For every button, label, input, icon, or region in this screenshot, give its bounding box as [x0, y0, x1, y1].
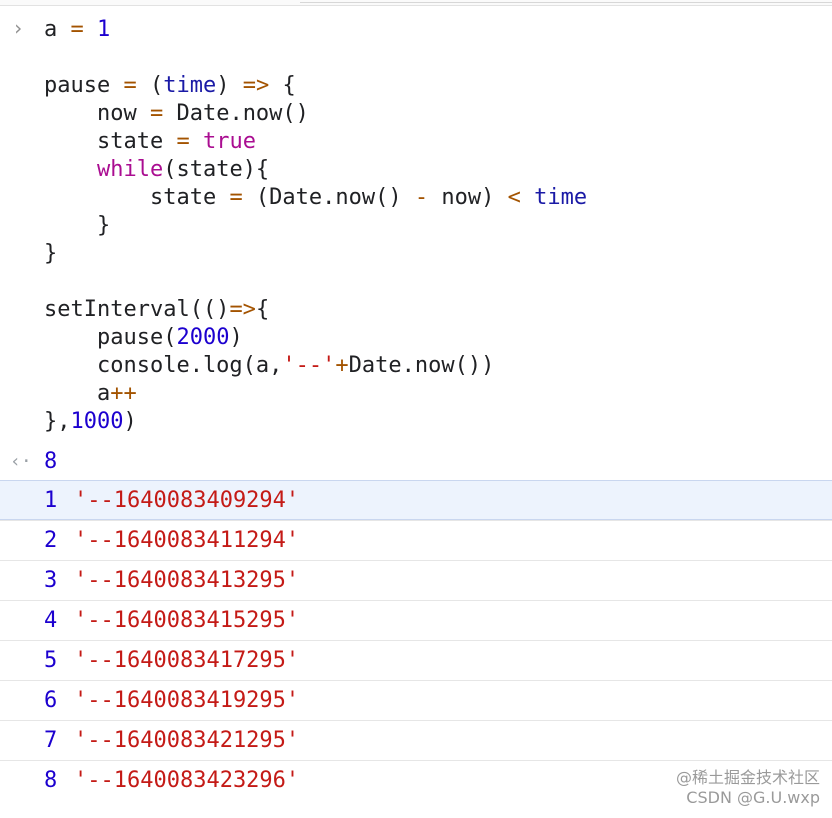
- watermark: @稀土掘金技术社区 CSDN @G.U.wxp: [676, 768, 820, 808]
- console-log-row[interactable]: 6 '--1640083419295': [0, 680, 832, 720]
- console-log-row[interactable]: 7 '--1640083421295': [0, 720, 832, 760]
- code-line: a = 1: [44, 16, 587, 44]
- log-string: '--1640083419295': [74, 688, 300, 713]
- log-number: 4: [44, 608, 58, 633]
- code-line: now = Date.now(): [44, 100, 587, 128]
- code-token: setInterval((): [44, 297, 230, 322]
- code-token: state: [44, 185, 230, 210]
- console-log-row[interactable]: 4 '--1640083415295': [0, 600, 832, 640]
- console-log-row[interactable]: 5 '--1640083417295': [0, 640, 832, 680]
- result-value[interactable]: 8: [44, 448, 57, 476]
- code-token: while: [96, 157, 164, 182]
- code-token: 1000: [70, 409, 124, 434]
- code-token: Date.now(): [163, 101, 309, 126]
- log-string: '--1640083411294': [74, 528, 300, 553]
- console-log-row[interactable]: 3 '--1640083413295': [0, 560, 832, 600]
- log-string: '--1640083415295': [74, 608, 300, 633]
- console-result-row: ‹· 8: [0, 446, 832, 480]
- watermark-line-1: @稀土掘金技术社区: [675, 768, 820, 787]
- console-log-list: 1 '--1640083409294' 2 '--1640083411294' 3 '--…: [0, 480, 832, 800]
- code-token: pause: [44, 73, 111, 98]
- code-token: (Date.now(): [242, 185, 415, 210]
- code-token: Date.now()): [348, 353, 495, 378]
- log-number: 7: [44, 728, 58, 753]
- code-token: console.log(a,: [44, 353, 283, 378]
- code-token: a: [44, 381, 111, 406]
- code-block[interactable]: a = 1 pause = (time) => { now = Date.now(…: [44, 16, 587, 436]
- code-token: now): [428, 185, 508, 210]
- code-token: =: [229, 185, 243, 210]
- console-top-edge: [0, 0, 832, 6]
- code-token: -: [414, 185, 429, 210]
- code-token: ): [123, 409, 137, 434]
- log-string: '--1640083417295': [74, 648, 300, 673]
- chevron-right-icon: ›: [12, 16, 25, 40]
- log-string: '--1640083421295': [74, 728, 300, 753]
- code-token: =: [149, 101, 164, 126]
- code-token: =: [176, 129, 190, 154]
- code-line: state = (Date.now() - now) < time: [44, 184, 587, 212]
- log-number: 3: [44, 568, 58, 593]
- code-line: pause(2000): [44, 324, 587, 352]
- code-line: state = true: [44, 128, 587, 156]
- code-token: true: [202, 129, 256, 154]
- code-token: a: [44, 17, 58, 42]
- code-token: now: [44, 101, 150, 126]
- code-token: }: [44, 241, 58, 266]
- console-log-row[interactable]: 2 '--1640083411294': [0, 520, 832, 560]
- code-token: 2000: [176, 325, 230, 350]
- code-token: ): [216, 73, 243, 98]
- code-line: pause = (time) => {: [44, 72, 587, 100]
- code-line: a++: [44, 380, 587, 408]
- console-toolbar-edge: [300, 0, 832, 3]
- return-arrow-icon: ‹·: [10, 451, 32, 472]
- code-token: <: [507, 185, 521, 210]
- code-token: =>: [242, 73, 270, 98]
- log-string: '--1640083409294': [74, 488, 300, 513]
- code-line: console.log(a,'--'+Date.now()): [44, 352, 587, 380]
- watermark-line-2: CSDN @G.U.wxp: [686, 788, 820, 807]
- code-line: while(state){: [44, 156, 587, 184]
- code-token: =>: [229, 297, 256, 322]
- code-token: time: [534, 185, 588, 210]
- code-token: +: [335, 353, 349, 378]
- log-number: 2: [44, 528, 58, 553]
- code-token: ++: [110, 381, 137, 406]
- code-token: {: [255, 297, 270, 322]
- log-number: 6: [44, 688, 58, 713]
- code-token: time: [163, 73, 217, 98]
- code-token: =: [123, 73, 137, 98]
- code-line: }: [44, 240, 587, 268]
- code-token: 1: [97, 17, 111, 42]
- log-number: 1: [44, 488, 58, 513]
- code-line: },1000): [44, 408, 587, 436]
- code-token: '--': [282, 353, 336, 378]
- log-string: '--1640083423296': [74, 768, 300, 793]
- code-token: {: [269, 73, 296, 98]
- code-token: =: [70, 17, 84, 42]
- code-token: },: [44, 409, 71, 434]
- log-number: 8: [44, 768, 58, 793]
- code-token: state: [44, 129, 177, 154]
- code-line: }: [44, 212, 587, 240]
- code-token: (state){: [163, 157, 270, 182]
- code-line: setInterval(()=>{: [44, 296, 587, 324]
- code-token: (: [136, 73, 164, 98]
- log-number: 5: [44, 648, 58, 673]
- log-string: '--1640083413295': [74, 568, 300, 593]
- code-token: }: [44, 213, 111, 238]
- console-log-row[interactable]: 1 '--1640083409294': [0, 480, 832, 520]
- code-token: ): [229, 325, 243, 350]
- code-token: pause(: [44, 325, 177, 350]
